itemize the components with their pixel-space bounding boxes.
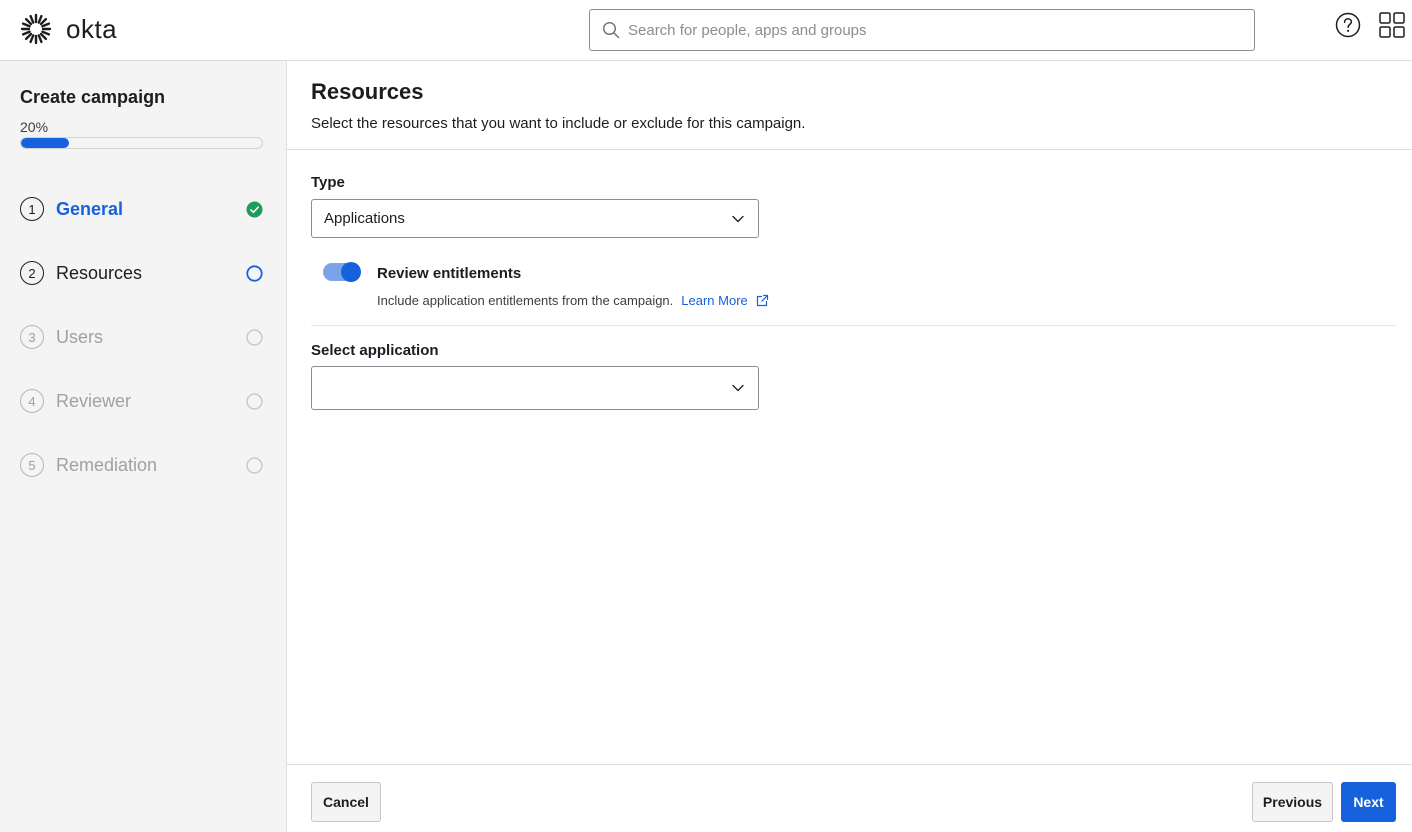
step-number: 4 xyxy=(20,389,44,413)
progress-bar xyxy=(20,137,263,149)
logo-text: okta xyxy=(66,14,118,44)
learn-more-text: Learn More xyxy=(681,293,748,308)
section-divider xyxy=(311,325,1396,326)
sidebar-title: Create campaign xyxy=(20,87,166,107)
step-label: General xyxy=(56,198,124,219)
type-label: Type xyxy=(311,174,345,191)
step-label: Reviewer xyxy=(56,390,132,411)
learn-more-link[interactable]: Learn More xyxy=(681,293,768,308)
step-number: 2 xyxy=(20,261,44,285)
step-label: Resources xyxy=(56,262,143,283)
step-general[interactable]: 1 General xyxy=(20,196,263,222)
type-select-value: Applications xyxy=(324,210,405,227)
progress-label: 20% xyxy=(20,119,49,135)
step-resources[interactable]: 2 Resources xyxy=(20,260,263,286)
search-icon xyxy=(602,21,620,39)
previous-button[interactable]: Previous xyxy=(1252,782,1333,822)
global-search[interactable] xyxy=(589,9,1255,51)
step-users: 3 Users xyxy=(20,324,263,350)
external-link-icon xyxy=(756,294,768,307)
select-application-label: Select application xyxy=(311,342,439,359)
step-label: Users xyxy=(56,326,104,347)
toggle-description-text: Include application entitlements from th… xyxy=(377,293,674,308)
toggle-description: Include application entitlements from th… xyxy=(377,293,769,308)
current-step-circle-icon xyxy=(246,265,263,282)
pending-circle-icon xyxy=(246,457,263,474)
page-subtitle: Select the resources that you want to in… xyxy=(311,115,806,132)
chevron-down-icon xyxy=(732,215,744,222)
pending-circle-icon xyxy=(246,393,263,410)
step-label: Remediation xyxy=(56,454,158,475)
wizard-footer: Cancel Previous Next xyxy=(287,764,1412,832)
wizard-sidebar: Create campaign 20% 1 General 2 Resource… xyxy=(0,61,287,832)
check-circle-icon xyxy=(246,201,263,218)
app-grid-icon[interactable] xyxy=(1379,12,1405,43)
step-number: 5 xyxy=(20,453,44,477)
page-title: Resources xyxy=(311,79,424,104)
toggle-knob xyxy=(341,262,361,282)
search-input[interactable] xyxy=(628,21,1228,39)
review-entitlements-toggle[interactable] xyxy=(323,262,361,282)
step-reviewer: 4 Reviewer xyxy=(20,388,263,414)
header-divider xyxy=(287,149,1412,150)
toggle-label: Review entitlements xyxy=(377,265,522,282)
step-number: 3 xyxy=(20,325,44,349)
help-icon[interactable] xyxy=(1335,12,1361,43)
chevron-down-icon xyxy=(732,384,744,392)
main-content: Resources Select the resources that you … xyxy=(287,61,1412,832)
progress-bar-fill xyxy=(21,138,70,148)
type-select[interactable]: Applications xyxy=(311,199,759,238)
cancel-button[interactable]: Cancel xyxy=(311,782,381,822)
select-application-dropdown[interactable] xyxy=(311,366,759,410)
next-button[interactable]: Next xyxy=(1341,782,1396,822)
pending-circle-icon xyxy=(246,329,263,346)
okta-sunburst-icon xyxy=(20,13,52,45)
step-remediation: 5 Remediation xyxy=(20,452,263,478)
step-number: 1 xyxy=(20,197,44,221)
top-header: okta xyxy=(0,0,1412,61)
okta-logo[interactable]: okta xyxy=(20,13,117,45)
